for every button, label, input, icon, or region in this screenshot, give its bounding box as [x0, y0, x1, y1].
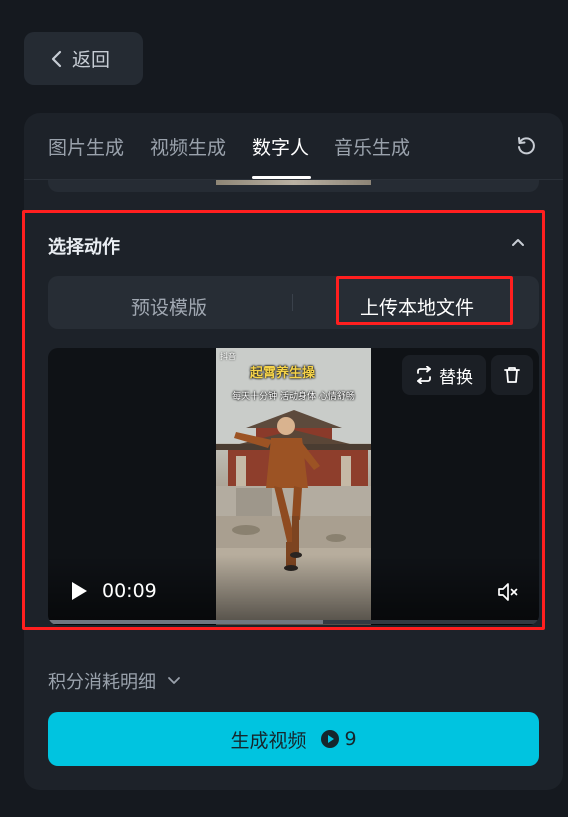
- play-coin-icon: [321, 730, 340, 748]
- swap-icon: [417, 366, 431, 384]
- chevron-up-icon[interactable]: [510, 235, 526, 249]
- tab-bar: 图片生成 视频生成 数字人 音乐生成: [24, 113, 563, 180]
- refresh-icon[interactable]: [515, 135, 537, 157]
- previous-section-thumbnail: [216, 180, 371, 185]
- douyin-logo-text: 抖音: [220, 352, 236, 361]
- tab-music-generation[interactable]: 音乐生成: [334, 133, 410, 160]
- delete-button[interactable]: [491, 355, 533, 395]
- trash-icon: [504, 367, 520, 383]
- upload-local-file-option[interactable]: 上传本地文件: [360, 293, 474, 320]
- back-button[interactable]: 返回: [24, 32, 143, 85]
- chevron-left-icon: [51, 50, 62, 67]
- generate-video-label: 生成视频: [230, 729, 307, 752]
- credit-cost-value: 9: [344, 728, 357, 750]
- video-overlay-subtitle: 每天十分钟 活动身体 心情舒畅: [232, 392, 355, 402]
- video-overlay-title: 起霄养生操: [250, 366, 316, 381]
- replace-button-label: 替换: [439, 367, 473, 388]
- digital-human-panel: 图片生成 视频生成 数字人 音乐生成 选择动作 预设模版 上传本地文件 抖音 起…: [24, 113, 563, 790]
- segment-divider: [292, 294, 293, 311]
- select-action-title: 选择动作: [48, 237, 120, 258]
- video-progress-bar[interactable]: [48, 620, 539, 624]
- generate-video-button[interactable]: 生成视频 9: [48, 712, 539, 766]
- active-tab-indicator: [252, 176, 311, 179]
- action-source-switch: 预设模版 上传本地文件: [48, 276, 539, 329]
- replace-button[interactable]: 替换: [402, 355, 486, 395]
- tab-video-generation[interactable]: 视频生成: [150, 133, 226, 160]
- playback-time: 00:09: [102, 580, 157, 602]
- video-player[interactable]: 抖音 起霄养生操 每天十分钟 活动身体 心情舒畅 替换 00:09: [48, 348, 539, 625]
- points-consumption-label: 积分消耗明细: [48, 672, 156, 693]
- play-icon[interactable]: [70, 581, 88, 601]
- preset-template-option[interactable]: 预设模版: [131, 293, 207, 320]
- tab-image-generation[interactable]: 图片生成: [48, 133, 124, 160]
- back-button-label: 返回: [72, 49, 111, 71]
- video-progress-fill: [48, 620, 323, 624]
- volume-muted-icon[interactable]: [497, 582, 519, 602]
- points-consumption-toggle[interactable]: 积分消耗明细: [48, 668, 182, 694]
- chevron-down-icon: [168, 677, 180, 684]
- credit-cost: 9: [320, 728, 357, 750]
- tab-digital-human[interactable]: 数字人: [252, 133, 309, 160]
